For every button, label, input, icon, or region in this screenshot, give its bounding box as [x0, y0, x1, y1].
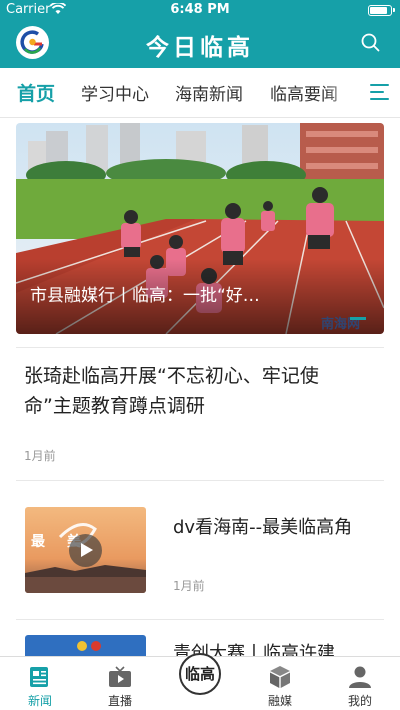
nav-live[interactable]: 直播	[80, 657, 160, 710]
status-bar: Carrier 6:48 PM	[0, 0, 400, 20]
menu-icon	[370, 84, 389, 86]
center-logo-text: 临高	[184, 665, 215, 683]
divider	[16, 619, 384, 620]
bottom-tab-bar: 新闻 直播 临高 融媒 我的	[0, 653, 400, 710]
app-header: Carrier 6:48 PM 今日临高	[0, 0, 400, 68]
article-title[interactable]: 张琦赴临高开展“不忘初心、牢记使命”主题教育蹲点调研	[24, 361, 360, 421]
nav-media-label: 融媒	[267, 694, 292, 708]
news-feed[interactable]: 市县融媒行丨临高：一批“好… 南海网 张琦赴临高开展“不忘初心、牢记使命”主题教…	[0, 118, 400, 660]
hero-caption: 市县融媒行丨临高：一批“好…	[30, 286, 260, 306]
tab-hainan-news[interactable]: 海南新闻	[175, 80, 243, 105]
nav-news-label: 新闻	[27, 694, 52, 708]
nav-live-label: 直播	[107, 694, 132, 708]
article-time: 1月前	[24, 449, 56, 463]
video-time: 1月前	[173, 579, 205, 593]
center-logo-icon: 临高	[179, 653, 221, 695]
news-icon	[30, 667, 48, 687]
nav-news[interactable]: 新闻	[0, 657, 80, 710]
divider	[16, 347, 384, 348]
nav-profile[interactable]: 我的	[320, 657, 400, 710]
hero-watermark: 南海网	[320, 317, 360, 332]
tv-icon	[109, 666, 131, 687]
emblem-icon	[77, 641, 87, 651]
carousel-indicator	[350, 317, 366, 320]
category-tabs: 首页 学习中心 海南新闻 临高要闻	[0, 68, 400, 118]
nav-home-logo[interactable]: 临高	[160, 653, 240, 710]
person-icon	[349, 666, 371, 688]
tab-home[interactable]: 首页	[17, 79, 55, 106]
battery-icon	[368, 5, 395, 16]
tab-study-center[interactable]: 学习中心	[81, 80, 149, 105]
play-icon[interactable]	[69, 534, 102, 567]
search-icon[interactable]	[361, 33, 380, 52]
badge-icon	[91, 641, 101, 651]
status-time: 6:48 PM	[170, 2, 230, 17]
video-title[interactable]: dv看海南--最美临高角	[173, 513, 352, 539]
channel-menu-button[interactable]	[354, 68, 400, 117]
hero-carousel[interactable]: 市县融媒行丨临高：一批“好… 南海网	[16, 123, 384, 334]
video-thumbnail[interactable]: 最美	[25, 507, 146, 593]
divider	[16, 480, 384, 481]
nav-profile-label: 我的	[347, 694, 372, 708]
cube-icon	[270, 666, 290, 688]
tabs-fade	[326, 68, 356, 117]
nav-media[interactable]: 融媒	[240, 657, 320, 710]
app-title: 今日临高	[146, 34, 254, 61]
